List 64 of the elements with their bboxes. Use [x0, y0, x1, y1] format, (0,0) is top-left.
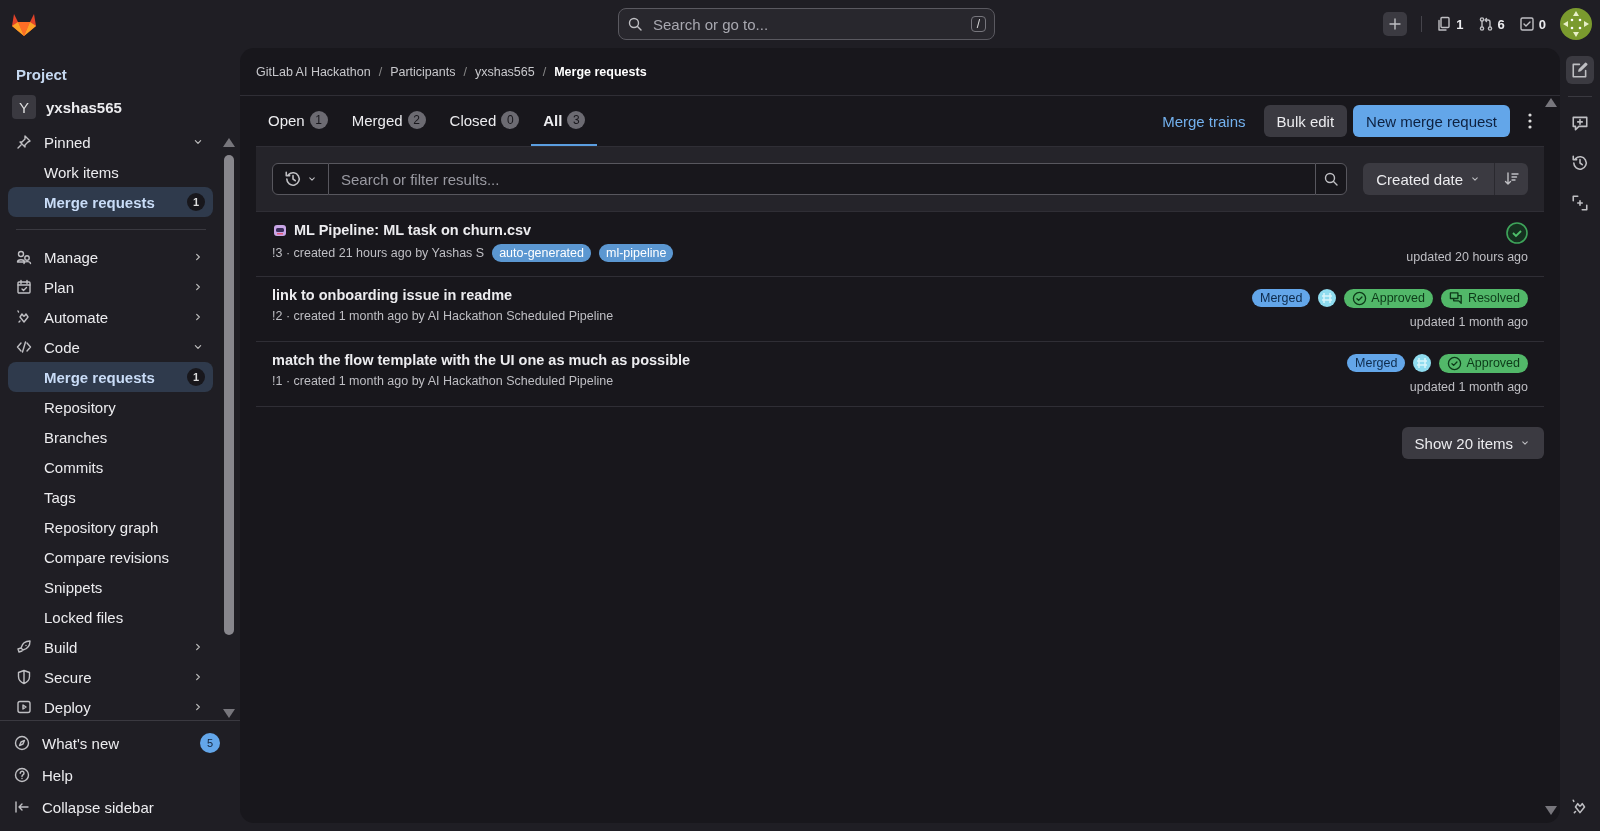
nav-item[interactable]: Locked files [8, 602, 213, 632]
nav-item[interactable]: Merge requests 1 [8, 362, 213, 392]
resolved-badge: Resolved [1440, 288, 1528, 308]
merge-request-meta: !2 · created 1 month ago by AI Hackathon Scheduled Pipeline [272, 309, 614, 323]
sidebar-link[interactable]: Collapse sidebar [8, 791, 226, 823]
nav-item[interactable]: Branches [8, 422, 213, 452]
updated-time: updated 1 month ago [1409, 380, 1528, 394]
nav-item[interactable]: Merge requests 1 [8, 187, 213, 217]
approved-badge: Approved [1439, 353, 1528, 373]
count-badge: 1 [187, 193, 205, 211]
tab[interactable]: Merged 2 [339, 96, 438, 146]
tab[interactable]: Open 1 [256, 96, 340, 146]
nav-item[interactable]: Repository [8, 392, 213, 422]
sidebar-heading: Project [15, 65, 68, 85]
nav-section[interactable]: Code [8, 332, 213, 362]
sidebar-link[interactable]: What's new 5 [8, 727, 226, 759]
breadcrumb[interactable]: GitLab AI Hackathon [256, 64, 371, 79]
bulk-edit-button[interactable]: Bulk edit [1263, 105, 1348, 137]
sort-dropdown[interactable]: Created date [1363, 163, 1494, 195]
search-input[interactable]: Search or go to... [651, 14, 963, 34]
nav-section[interactable]: Build [8, 632, 213, 662]
nav-section[interactable]: Manage [8, 242, 213, 272]
merge-counter[interactable]: 6 [1477, 16, 1505, 32]
nav-item[interactable]: Snippets [8, 572, 213, 602]
merge-request-meta: !3 · created 21 hours ago by Yashas S [272, 246, 485, 260]
tab[interactable]: Closed 0 [437, 96, 532, 146]
merge-request-title[interactable]: ML Pipeline: ML task on churn.csv [294, 222, 532, 238]
nav-section[interactable]: Deploy [8, 692, 213, 720]
nav-item[interactable]: Tags [8, 482, 213, 512]
sidebar-link[interactable]: Help [8, 759, 226, 791]
breadcrumb-separator: / [378, 64, 383, 79]
breadcrumb[interactable]: Participants [390, 64, 456, 79]
approved-badge: Approved [1344, 288, 1433, 308]
new-merge-request-button[interactable]: New merge request [1353, 105, 1510, 137]
project-avatar: Y [12, 95, 36, 119]
issues-counter[interactable]: 1 [1436, 16, 1464, 32]
nav-section[interactable]: Pinned [8, 127, 213, 157]
updated-time: updated 20 hours ago [1406, 250, 1528, 264]
merged-badge: Merged [1347, 354, 1406, 372]
merge-request-meta: !1 · created 1 month ago by AI Hackathon Scheduled Pipeline [272, 374, 614, 388]
page-size-dropdown[interactable]: Show 20 items [1401, 427, 1544, 459]
shortcut-key: / [970, 16, 986, 32]
project-name[interactable]: yxshas565 [46, 98, 122, 116]
nav-section[interactable]: Secure [8, 662, 213, 692]
count-badge: 5 [200, 733, 220, 753]
count-badge: 1 [187, 368, 205, 386]
merge-trains-link[interactable]: Merge trains [1162, 112, 1246, 130]
nav-section[interactable]: Plan [8, 272, 213, 302]
merged-badge: Merged [1251, 289, 1311, 307]
breadcrumb-separator: / [463, 64, 467, 79]
search-field[interactable]: Search or go to... / [618, 8, 995, 40]
updated-time: updated 1 month ago [1409, 315, 1528, 329]
merge-request-title[interactable]: match the flow template with the UI one as much as possible [272, 352, 691, 368]
nav-item[interactable]: Compare revisions [8, 542, 213, 572]
breadcrumb[interactable]: Merge requests [554, 64, 647, 79]
nav-item[interactable]: Work items [8, 157, 213, 187]
breadcrumb[interactable]: yxshas565 [474, 64, 535, 79]
nav-section[interactable]: Automate [8, 302, 213, 332]
breadcrumb-separator: / [542, 64, 547, 79]
nav-item[interactable]: Repository graph [8, 512, 213, 542]
todo-counter[interactable]: 0 [1518, 16, 1546, 32]
merge-request-title[interactable]: link to onboarding issue in readme [272, 287, 513, 303]
nav-item[interactable]: Commits [8, 452, 213, 482]
filter-field[interactable]: Search or filter results... [329, 163, 1316, 195]
